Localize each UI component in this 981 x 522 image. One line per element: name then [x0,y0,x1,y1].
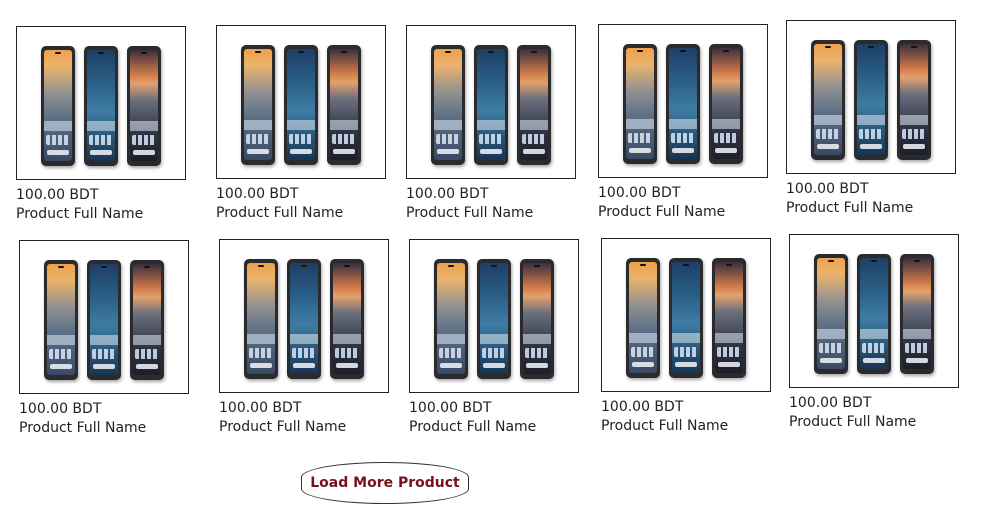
product-card[interactable]: 100.00 BDT Product Full Name [409,239,581,437]
product-card[interactable]: 100.00 BDT Product Full Name [601,238,773,436]
product-image[interactable] [16,26,186,180]
product-name[interactable]: Product Full Name [406,204,578,223]
product-image[interactable] [409,239,579,393]
product-card[interactable]: 100.00 BDT Product Full Name [19,240,191,438]
product-price: 100.00 BDT [409,400,492,416]
product-card[interactable]: 100.00 BDT Product Full Name [16,26,188,224]
product-name[interactable]: Product Full Name [219,418,391,437]
product-name[interactable]: Product Full Name [216,204,388,223]
product-image[interactable] [219,239,389,393]
product-name[interactable]: Product Full Name [601,417,773,436]
product-price: 100.00 BDT [19,401,102,417]
product-card[interactable]: 100.00 BDT Product Full Name [786,20,958,218]
product-name[interactable]: Product Full Name [19,419,191,438]
product-image[interactable] [216,25,386,179]
product-image[interactable] [19,240,189,394]
product-price: 100.00 BDT [16,187,99,203]
product-card[interactable]: 100.00 BDT Product Full Name [598,24,770,222]
product-price: 100.00 BDT [598,185,681,201]
product-card[interactable]: 100.00 BDT Product Full Name [406,25,578,223]
product-name[interactable]: Product Full Name [598,203,770,222]
product-price: 100.00 BDT [789,395,872,411]
load-more-button[interactable]: Load More Product [301,462,469,504]
product-image[interactable] [786,20,956,174]
product-card[interactable]: 100.00 BDT Product Full Name [219,239,391,437]
product-name[interactable]: Product Full Name [409,418,581,437]
product-name[interactable]: Product Full Name [786,199,958,218]
product-name[interactable]: Product Full Name [789,413,961,432]
product-image[interactable] [598,24,768,178]
product-image[interactable] [601,238,771,392]
product-image[interactable] [406,25,576,179]
product-card[interactable]: 100.00 BDT Product Full Name [789,234,961,432]
product-price: 100.00 BDT [406,186,489,202]
product-price: 100.00 BDT [601,399,684,415]
product-name[interactable]: Product Full Name [16,205,188,224]
product-price: 100.00 BDT [216,186,299,202]
product-card[interactable]: 100.00 BDT Product Full Name [216,25,388,223]
product-price: 100.00 BDT [786,181,869,197]
product-price: 100.00 BDT [219,400,302,416]
product-image[interactable] [789,234,959,388]
